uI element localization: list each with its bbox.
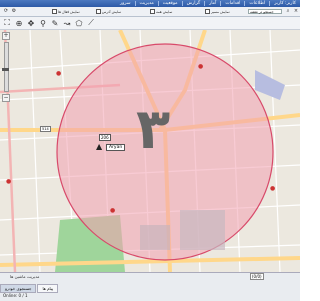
measure-icon[interactable]: ⚲ xyxy=(38,18,48,28)
show-active-label: نمایش فعال ها xyxy=(58,9,80,14)
full-extent-icon[interactable]: ⛶ xyxy=(2,18,12,28)
search-input[interactable]: جستجو در نقشه xyxy=(248,9,282,14)
show-all-checkbox[interactable]: نمایش همه xyxy=(150,9,172,14)
show-route-label: نمایش مسیر xyxy=(211,9,230,14)
ruler-icon[interactable]: ⟋ xyxy=(86,18,96,28)
menu-item-manage[interactable]: مدیریت xyxy=(136,1,158,6)
menu-item-location[interactable]: موقعیت xyxy=(159,1,182,6)
show-route-checkbox[interactable]: نمایش مسیر xyxy=(205,9,230,14)
checkbox-box[interactable] xyxy=(96,9,101,14)
main-menu-bar: کاربر: کاربر اطلاعات اقدامات آمار گزارش … xyxy=(0,0,300,7)
menu-item-info[interactable]: اطلاعات xyxy=(245,1,269,6)
menu-item-actions[interactable]: اقدامات xyxy=(221,1,244,6)
poi-marker-icon[interactable]: ● xyxy=(270,185,275,192)
poi-marker-icon[interactable]: ● xyxy=(110,207,115,214)
zoom-control: + − xyxy=(1,32,10,102)
zoom-out-button[interactable]: − xyxy=(2,94,10,102)
checkbox-box[interactable] xyxy=(52,9,57,14)
show-address-checkbox[interactable]: نمایش آدرس xyxy=(96,9,121,14)
road-number-label: 514 xyxy=(40,126,51,132)
show-all-label: نمایش همه xyxy=(156,9,173,14)
tab-messages[interactable]: پیام ها xyxy=(37,284,59,293)
poi-marker-icon[interactable]: ● xyxy=(6,178,11,185)
route-icon[interactable]: ↝ xyxy=(62,18,72,28)
checkbox-box[interactable] xyxy=(150,9,155,14)
draw-icon[interactable]: ✎ xyxy=(50,18,60,28)
toolbar: ⟳ ⚙ نمایش فعال ها نمایش آدرس نمایش همه ن… xyxy=(0,7,300,17)
vehicle-arrow-icon: ▲ xyxy=(96,142,103,151)
show-active-checkbox[interactable]: نمایش فعال ها xyxy=(52,9,80,14)
vehicle-code-label: 206 xyxy=(99,134,111,141)
poi-marker-icon[interactable]: ● xyxy=(56,70,61,77)
poi-marker-icon[interactable]: ● xyxy=(198,63,203,70)
checkbox-box[interactable] xyxy=(205,9,210,14)
menu-item-stats[interactable]: آمار xyxy=(205,1,220,6)
zoom-slider-handle[interactable] xyxy=(1,68,9,71)
building-block xyxy=(140,225,170,250)
pan-icon[interactable]: ✥ xyxy=(26,18,36,28)
vehicle-name-label: Aryan xyxy=(106,144,126,151)
close-icon[interactable]: × xyxy=(292,8,300,15)
zoom-in-button[interactable]: + xyxy=(2,32,10,40)
status-panel-title: مدیریت ماشین ها xyxy=(10,274,40,279)
search-icon[interactable]: ⌕ xyxy=(284,8,292,15)
menu-item-report[interactable]: گزارش xyxy=(183,1,205,6)
map-canvas[interactable]: ۳ ▲ Aryan 206 514 ● ● ● ● ● + − xyxy=(0,30,300,272)
building-block xyxy=(180,210,225,250)
menu-item-server[interactable]: سرور xyxy=(116,1,135,6)
tab-vehicle-search[interactable]: جستجوی خودرو xyxy=(0,284,37,293)
show-address-label: نمایش آدرس xyxy=(102,9,122,14)
menu-item-user[interactable]: کاربر: کاربر xyxy=(270,1,300,6)
settings-icon[interactable]: ⚙ xyxy=(10,8,18,15)
zoom-box-icon[interactable]: ⊕ xyxy=(14,18,24,28)
online-count: Online: 0 / 1 xyxy=(3,293,28,298)
status-tabs: جستجوی خودرو پیام ها xyxy=(0,284,59,293)
map-tools-bar: ⛶ ⊕ ✥ ⚲ ✎ ↝ ⬠ ⟋ xyxy=(0,17,300,30)
zoom-slider[interactable] xyxy=(1,42,9,92)
refresh-icon[interactable]: ⟳ xyxy=(2,8,10,15)
coordinate-readout: (0/0) xyxy=(250,273,264,280)
overlay-number: ۳ xyxy=(136,97,171,162)
polygon-icon[interactable]: ⬠ xyxy=(74,18,84,28)
